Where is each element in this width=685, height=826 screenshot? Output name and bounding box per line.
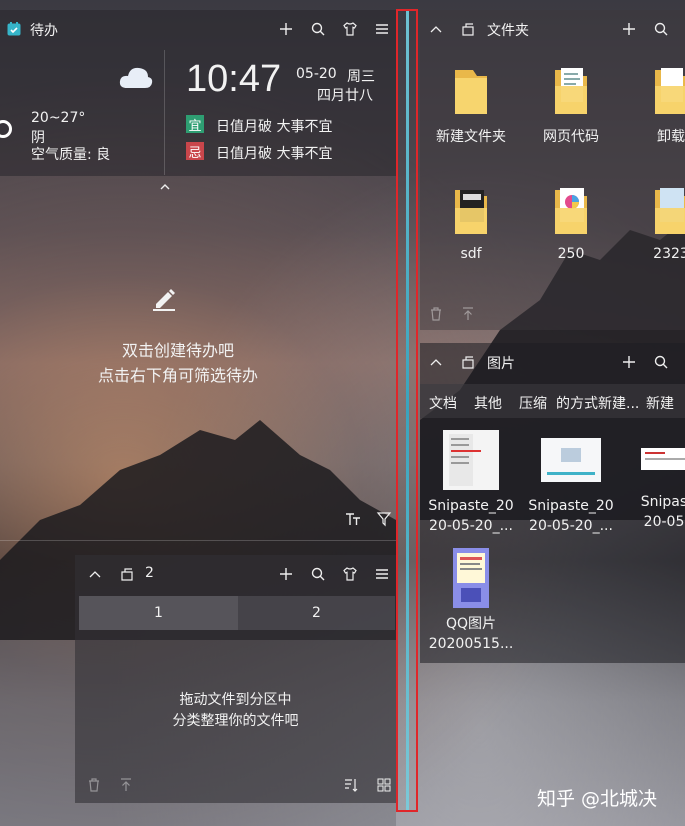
ji-text: 日值月破 大事不宜 [216, 146, 333, 162]
folder-label: 250 [557, 246, 585, 262]
filter-tab-new-method[interactable]: 的方式新建... [556, 393, 639, 413]
pin-window-icon[interactable] [116, 563, 138, 585]
partition-hint-line2: 分类整理你的文件吧 [172, 713, 299, 729]
image-file-item[interactable]: Snipaste_20 20-05-20_... [421, 430, 521, 536]
folder-with-docs-icon [651, 66, 685, 118]
filter-icon[interactable] [373, 508, 395, 530]
todo-empty-line1: 双击创建待办吧 [121, 341, 234, 360]
folder-with-docs-icon [651, 186, 685, 238]
partition-tab-1[interactable]: 1 [79, 596, 238, 630]
skin-shirt-icon[interactable] [339, 18, 361, 40]
file-name-line2: 20-05-20_... [429, 518, 513, 534]
add-icon[interactable] [618, 18, 640, 40]
todo-calendar-icon [3, 18, 25, 40]
todo-bottom-divider [0, 540, 396, 541]
menu-icon[interactable] [371, 563, 393, 585]
file-name-line1: Snipaste_20 [428, 498, 514, 514]
image-panel-title: 图片 [487, 356, 515, 372]
file-name-line2: 20-05-20_... [529, 518, 613, 534]
filter-tab-new[interactable]: 新建 [646, 393, 685, 413]
folder-label: 卸载 [657, 129, 685, 145]
ji-badge: 忌 [186, 142, 204, 161]
search-icon[interactable] [307, 563, 329, 585]
collapse-up-icon[interactable] [425, 18, 447, 40]
folder-icon [451, 66, 491, 118]
todo-panel-header: 待办 [0, 10, 396, 48]
sort-icon[interactable] [340, 774, 362, 796]
image-panel-header: 图片 [420, 343, 685, 381]
search-icon[interactable] [307, 18, 329, 40]
air-quality: 空气质量: 良 [31, 147, 111, 163]
folder-item[interactable]: 卸载 [621, 66, 685, 146]
screenshot-thumbnail [443, 430, 499, 490]
search-icon[interactable] [650, 18, 672, 40]
folder-panel-header: 文件夹 [420, 10, 685, 48]
file-name-line1: Snipaste_20 [528, 498, 614, 514]
folder-panel [420, 10, 685, 330]
clock-date: 05-20 [296, 66, 337, 82]
screenshot-thumbnail [541, 438, 601, 482]
folder-label: 新建文件夹 [436, 129, 506, 145]
grid-view-icon[interactable] [373, 774, 395, 796]
yi-badge: 宜 [186, 115, 204, 134]
collapse-up-icon[interactable] [425, 351, 447, 373]
watermark-text: 知乎 @北城决 [537, 788, 658, 810]
todo-panel-title: 待办 [30, 23, 58, 39]
add-icon[interactable] [618, 351, 640, 373]
clock-weekday: 周三 [347, 69, 375, 85]
image-file-item[interactable]: Snipaste_20 20-05-20_... [521, 430, 621, 536]
weather-temp-range: 20~27° [31, 110, 86, 126]
filter-tab-compress[interactable]: 压缩 [519, 393, 547, 413]
yi-text: 日值月破 大事不宜 [216, 119, 333, 135]
image-file-item[interactable]: QQ图片 20200515... [421, 548, 521, 654]
divider-accent-line [406, 11, 409, 810]
move-top-icon[interactable] [457, 303, 479, 325]
file-name-line2: 20200515... [428, 636, 514, 652]
trash-icon[interactable] [425, 303, 447, 325]
folder-with-docs-icon [551, 66, 591, 118]
partition-hint-line1: 拖动文件到分区中 [179, 692, 292, 708]
file-name-line1: Snipaste [640, 494, 685, 510]
folder-label: sdf [460, 246, 482, 262]
panel-resize-divider[interactable] [396, 9, 418, 812]
filter-tab-other[interactable]: 其他 [474, 393, 502, 413]
partition-panel-header: 2 [75, 555, 396, 593]
menu-icon[interactable] [371, 18, 393, 40]
cloud-weather-icon [118, 64, 154, 94]
folder-item[interactable]: 250 [521, 186, 621, 262]
pen-edit-icon [150, 284, 178, 316]
folder-item[interactable]: 2323 [621, 186, 685, 262]
add-icon[interactable] [275, 563, 297, 585]
folder-panel-title: 文件夹 [487, 23, 529, 39]
weather-clock-divider [164, 50, 165, 175]
filter-tab-docs[interactable]: 文档 [429, 393, 457, 413]
folder-item[interactable]: sdf [421, 186, 521, 262]
partition-tab-2[interactable]: 2 [238, 596, 395, 630]
folder-item[interactable]: 新建文件夹 [421, 66, 521, 146]
trash-icon[interactable] [83, 774, 105, 796]
file-name-line2: 20-05-2 [643, 514, 685, 530]
search-icon[interactable] [650, 351, 672, 373]
collapse-up-icon[interactable] [84, 563, 106, 585]
lunar-date: 四月廿八 [317, 88, 373, 104]
file-name-line1: QQ图片 [445, 616, 497, 632]
clock-time: 10:47 [186, 58, 282, 100]
font-size-icon[interactable] [342, 508, 364, 530]
pin-window-icon[interactable] [457, 351, 479, 373]
collapse-chevron-up-icon[interactable] [154, 176, 176, 198]
folder-with-chart-icon [551, 186, 591, 238]
pin-window-icon[interactable] [457, 18, 479, 40]
screenshot-thumbnail [641, 448, 685, 470]
skin-shirt-icon[interactable] [339, 563, 361, 585]
image-file-item[interactable]: Snipaste 20-05-2 [621, 430, 685, 532]
folder-label: 2323 [653, 246, 685, 262]
folder-label: 网页代码 [543, 129, 599, 145]
folder-item[interactable]: 网页代码 [521, 66, 621, 146]
add-icon[interactable] [275, 18, 297, 40]
folder-with-screenshots-icon [451, 186, 491, 238]
todo-empty-line2: 点击右下角可筛选待办 [97, 366, 258, 385]
partition-panel-title: 2 [145, 565, 154, 581]
qq-image-thumbnail [453, 548, 489, 608]
move-top-icon[interactable] [115, 774, 137, 796]
